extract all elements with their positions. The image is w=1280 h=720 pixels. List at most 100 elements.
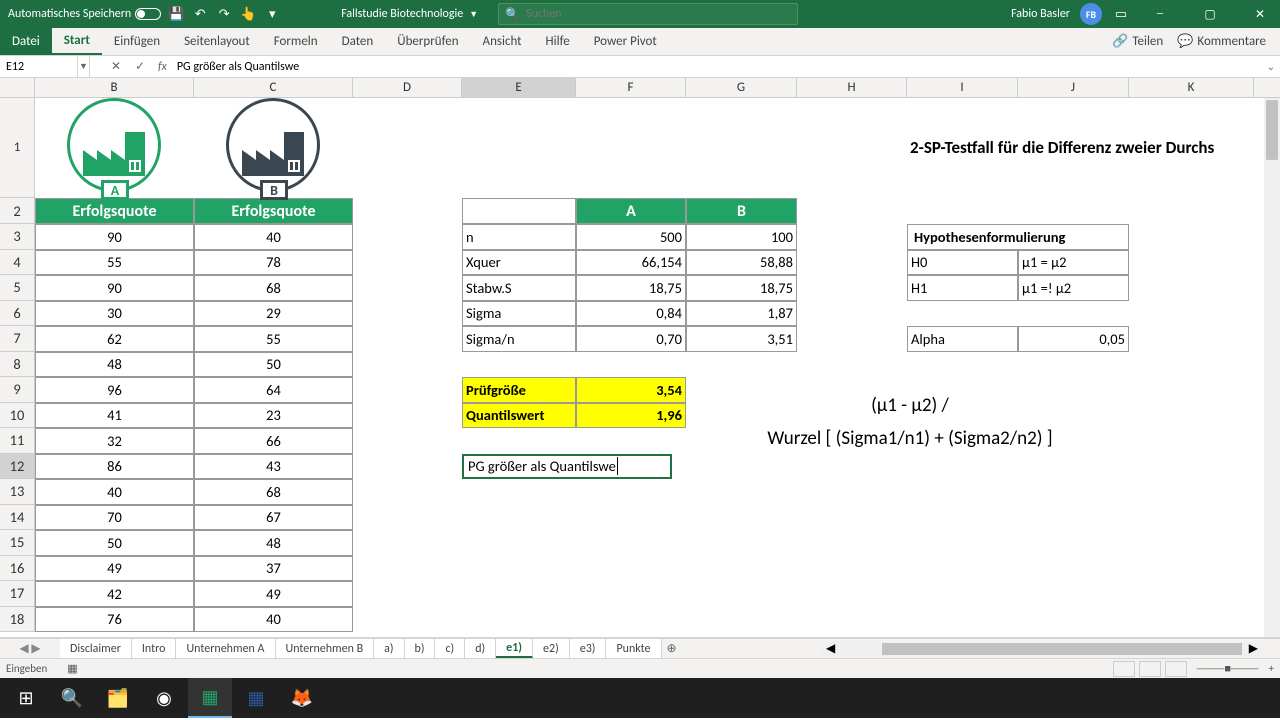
fx-icon[interactable]: fx [152, 60, 173, 74]
tab-ansicht[interactable]: Ansicht [471, 28, 534, 55]
sheet-nav[interactable]: ◀ ▶ [0, 641, 60, 656]
col-header-I[interactable]: I [907, 78, 1018, 97]
sheet-tab[interactable]: Intro [132, 639, 177, 658]
sheet-tab[interactable]: Punkte [606, 639, 661, 658]
row-header-4[interactable]: 4 [0, 250, 35, 276]
undo-icon[interactable]: ↶ [191, 5, 209, 23]
active-cell-editing[interactable]: PG größer als Quantilswe [462, 454, 672, 480]
search-input[interactable] [526, 7, 791, 21]
tab-file[interactable]: Datei [0, 28, 52, 55]
tab-start[interactable]: Start [52, 28, 102, 55]
data-cell[interactable]: 40 [194, 224, 353, 250]
tab-hilfe[interactable]: Hilfe [534, 28, 582, 55]
data-cell[interactable]: 67 [194, 505, 353, 531]
col-header-E[interactable]: E [462, 78, 576, 97]
data-cell[interactable]: 76 [35, 607, 194, 633]
tab-ueberpruefen[interactable]: Überprüfen [385, 28, 470, 55]
worksheet-grid[interactable]: B C D E F G H I J K 1 A B [0, 78, 1280, 638]
tab-daten[interactable]: Daten [330, 28, 386, 55]
data-cell[interactable]: 50 [194, 352, 353, 378]
zoom-level[interactable]: + [1269, 662, 1274, 675]
save-icon[interactable]: 💾 [167, 5, 185, 23]
data-cell[interactable]: 30 [35, 301, 194, 327]
data-cell[interactable]: 96 [35, 377, 194, 403]
pruefgroesse-label[interactable]: Prüfgröße [462, 377, 576, 403]
data-cell[interactable]: 70 [35, 505, 194, 531]
col-header-C[interactable]: C [194, 78, 353, 97]
horizontal-scrollbar[interactable]: ◀▶ [822, 642, 1262, 656]
taskbar-word-icon[interactable]: ▦ [234, 678, 278, 718]
taskbar-search-icon[interactable]: 🔍 [50, 678, 94, 718]
stat-label[interactable]: Sigma [462, 301, 576, 327]
stat-label[interactable]: n [462, 224, 576, 250]
redo-icon[interactable]: ↷ [215, 5, 233, 23]
tab-formeln[interactable]: Formeln [262, 28, 330, 55]
data-cell[interactable]: 66 [194, 428, 353, 454]
tab-einfuegen[interactable]: Einfügen [102, 28, 172, 55]
hypo-header[interactable]: Hypothesenformulierung [907, 224, 1129, 250]
search-box[interactable]: 🔍 [498, 3, 798, 25]
row-header-11[interactable]: 11 [0, 428, 35, 454]
document-title[interactable]: Fallstudie Biotechnologie ▼ [341, 7, 478, 21]
hypo-val[interactable]: µ1 =! µ2 [1018, 275, 1129, 301]
data-cell[interactable]: 90 [35, 224, 194, 250]
data-cell[interactable]: 32 [35, 428, 194, 454]
row-header-17[interactable]: 17 [0, 581, 35, 607]
sheet-tab-active[interactable]: e1) [496, 639, 533, 658]
data-cell[interactable]: 62 [35, 326, 194, 352]
formula-input[interactable] [173, 56, 1262, 77]
data-cell[interactable]: 55 [194, 326, 353, 352]
share-button[interactable]: 🔗 Teilen [1112, 34, 1163, 49]
data-cell[interactable]: 48 [35, 352, 194, 378]
row-header-6[interactable]: 6 [0, 301, 35, 327]
sheet-tab[interactable]: b) [405, 639, 436, 658]
col-header-G[interactable]: G [686, 78, 797, 97]
stat-value[interactable]: 500 [576, 224, 686, 250]
hypo-val[interactable]: µ1 = µ2 [1018, 250, 1129, 276]
col-header-D[interactable]: D [353, 78, 462, 97]
col-header-H[interactable]: H [797, 78, 907, 97]
data-cell[interactable]: 43 [194, 454, 353, 480]
data-cell[interactable]: 90 [35, 275, 194, 301]
row-header-12[interactable]: 12 [0, 454, 35, 480]
user-avatar[interactable]: FB [1080, 3, 1102, 25]
hypo-key[interactable]: H0 [907, 250, 1018, 276]
row-header-7[interactable]: 7 [0, 326, 35, 352]
macro-record-icon[interactable]: ▦ [67, 662, 77, 675]
row-header-14[interactable]: 14 [0, 505, 35, 531]
data-cell[interactable]: 48 [194, 530, 353, 556]
ribbon-display-icon[interactable]: ▭ [1112, 5, 1130, 23]
col-header-F[interactable]: F [576, 78, 686, 97]
quantilswert-label[interactable]: Quantilswert [462, 403, 576, 429]
data-cell[interactable]: 50 [35, 530, 194, 556]
sheet-tab[interactable]: Unternehmen B [276, 639, 375, 658]
taskbar-firefox-icon[interactable]: 🦊 [280, 678, 324, 718]
alpha-val[interactable]: 0,05 [1018, 326, 1129, 352]
data-cell[interactable]: 68 [194, 479, 353, 505]
stat-value[interactable]: 3,51 [686, 326, 797, 352]
data-cell[interactable]: 68 [194, 275, 353, 301]
row-header-18[interactable]: 18 [0, 607, 35, 633]
minimize-button[interactable]: ─ [1140, 0, 1180, 28]
name-box[interactable]: E12 [0, 56, 78, 77]
autosave-toggle[interactable]: Automatisches Speichern [8, 7, 161, 21]
quantilswert-value[interactable]: 1,96 [576, 403, 686, 429]
stat-value[interactable]: 66,154 [576, 250, 686, 276]
data-cell[interactable]: 37 [194, 556, 353, 582]
col-header-B[interactable]: B [35, 78, 194, 97]
row-header-13[interactable]: 13 [0, 479, 35, 505]
sheet-tab[interactable]: c) [435, 639, 465, 658]
stat-value[interactable]: 0,70 [576, 326, 686, 352]
view-normal-icon[interactable] [1113, 661, 1135, 677]
qat-more-icon[interactable]: ▾ [263, 5, 281, 23]
alpha-key[interactable]: Alpha [907, 326, 1018, 352]
stat-label[interactable]: Sigma/n [462, 326, 576, 352]
data-cell[interactable]: 29 [194, 301, 353, 327]
stat-value[interactable]: 0,84 [576, 301, 686, 327]
data-cell[interactable]: 40 [194, 607, 353, 633]
stat-label[interactable]: Xquer [462, 250, 576, 276]
row-header-9[interactable]: 9 [0, 377, 35, 403]
stat-label[interactable]: Stabw.S [462, 275, 576, 301]
hypo-key[interactable]: H1 [907, 275, 1018, 301]
data-cell[interactable]: 42 [35, 581, 194, 607]
